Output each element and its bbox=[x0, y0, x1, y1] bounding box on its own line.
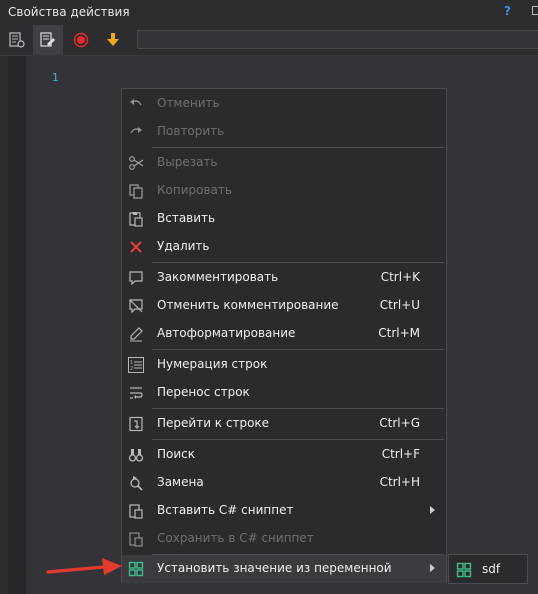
menu-label: Закомментировать bbox=[157, 270, 279, 284]
menu-item-undo[interactable]: Отменить bbox=[122, 90, 446, 118]
menu-item-line-numbers[interactable]: 1 2 Нумерация строк bbox=[122, 351, 446, 379]
download-button[interactable] bbox=[98, 25, 128, 55]
menu-label: Замена bbox=[157, 475, 204, 489]
toolbar bbox=[0, 25, 538, 56]
menu-item-copy[interactable]: Копировать bbox=[122, 177, 446, 205]
variables-submenu: sdf bbox=[448, 554, 528, 584]
submenu-label: sdf bbox=[482, 562, 501, 576]
submenu-item-variable[interactable]: sdf bbox=[449, 555, 527, 583]
line-number: 1 bbox=[52, 71, 59, 84]
menu-item-save-snippet[interactable]: Сохранить в C# сниппет bbox=[122, 525, 446, 553]
menu-label: Перейти к строке bbox=[157, 416, 270, 430]
menu-label: Перенос строк bbox=[157, 385, 250, 399]
menu-item-goto-line[interactable]: Перейти к строке Ctrl+G bbox=[122, 410, 446, 438]
edit-code-icon bbox=[40, 32, 55, 47]
menu-shortcut: Ctrl+F bbox=[381, 447, 420, 461]
menu-label: Нумерация строк bbox=[157, 357, 268, 371]
variable-grid-icon bbox=[456, 562, 472, 578]
undo-icon bbox=[130, 99, 142, 106]
menu-separator bbox=[152, 439, 444, 440]
menu-item-cut[interactable]: Вырезать bbox=[122, 149, 446, 177]
menu-item-find[interactable]: Поиск Ctrl+F bbox=[122, 441, 446, 469]
menu-label: Установить значение из переменной bbox=[157, 561, 392, 575]
menu-label: Поиск bbox=[157, 447, 196, 461]
menu-label: Автоформатирование bbox=[157, 326, 296, 340]
annotation-arrow-icon bbox=[46, 558, 122, 575]
menu-label: Вставить C# сниппет bbox=[157, 503, 294, 517]
goto-line-icon bbox=[129, 416, 143, 432]
line-numbers-icon: 1 2 bbox=[128, 357, 144, 373]
binoculars-icon bbox=[128, 449, 144, 462]
menu-shortcut: Ctrl+K bbox=[380, 270, 420, 284]
comment-icon bbox=[129, 271, 143, 286]
menu-item-comment[interactable]: Закомментировать Ctrl+K bbox=[122, 264, 446, 292]
menu-label: Вырезать bbox=[157, 155, 218, 169]
menu-label: Копировать bbox=[157, 183, 232, 197]
pencil-icon bbox=[130, 327, 143, 342]
uncomment-icon bbox=[129, 299, 143, 314]
menu-label: Вставить bbox=[157, 211, 216, 225]
menu-label: Повторить bbox=[157, 124, 225, 138]
menu-item-delete[interactable]: Удалить bbox=[122, 233, 446, 261]
copy-icon bbox=[129, 184, 143, 199]
variable-grid-icon bbox=[128, 561, 144, 577]
menu-item-insert-snippet[interactable]: Вставить C# сниппет bbox=[122, 497, 446, 525]
replace-icon bbox=[130, 476, 143, 491]
menu-item-uncomment[interactable]: Отменить комментирование Ctrl+U bbox=[122, 292, 446, 320]
help-button[interactable]: ? bbox=[504, 4, 511, 18]
restore-window-icon[interactable] bbox=[532, 6, 538, 15]
menu-separator bbox=[152, 408, 444, 409]
redo-icon bbox=[130, 127, 142, 134]
window-title: Свойства действия bbox=[8, 5, 130, 19]
menu-separator bbox=[152, 262, 444, 263]
menu-item-replace[interactable]: Замена Ctrl+H bbox=[122, 469, 446, 497]
record-icon bbox=[73, 32, 89, 48]
title-bar: Свойства действия ? bbox=[0, 0, 538, 25]
menu-shortcut: Ctrl+G bbox=[379, 416, 420, 430]
menu-shortcut: Ctrl+U bbox=[379, 298, 420, 312]
properties-list-icon bbox=[9, 32, 25, 48]
record-button[interactable] bbox=[66, 25, 96, 55]
editor-gutter bbox=[8, 56, 26, 594]
menu-label: Удалить bbox=[157, 239, 210, 253]
editor-left-strip bbox=[0, 56, 8, 594]
menu-item-redo[interactable]: Повторить bbox=[122, 118, 446, 146]
menu-item-word-wrap[interactable]: Перенос строк bbox=[122, 379, 446, 407]
menu-label: Сохранить в C# сниппет bbox=[157, 531, 314, 545]
svg-text:2: 2 bbox=[130, 366, 133, 372]
edit-code-button[interactable] bbox=[33, 25, 63, 55]
download-arrow-icon bbox=[107, 33, 119, 46]
menu-item-paste[interactable]: Вставить bbox=[122, 205, 446, 233]
menu-shortcut: Ctrl+H bbox=[379, 475, 420, 489]
menu-item-autoformat[interactable]: Автоформатирование Ctrl+M bbox=[122, 320, 446, 348]
word-wrap-icon bbox=[130, 387, 143, 399]
menu-label: Отменить bbox=[157, 96, 220, 110]
context-menu: Отменить Повторить Вырезать Копировать В… bbox=[121, 88, 447, 583]
save-snippet-icon bbox=[129, 532, 143, 547]
paste-icon bbox=[129, 212, 143, 227]
menu-separator bbox=[152, 349, 444, 350]
menu-label: Отменить комментирование bbox=[157, 298, 339, 312]
insert-snippet-icon bbox=[129, 504, 143, 519]
menu-item-set-from-variable[interactable]: Установить значение из переменной bbox=[122, 555, 446, 583]
menu-shortcut: Ctrl+M bbox=[378, 326, 420, 340]
delete-icon bbox=[130, 241, 142, 253]
menu-separator bbox=[152, 147, 444, 148]
properties-button[interactable] bbox=[2, 25, 32, 55]
submenu-arrow-icon bbox=[430, 506, 435, 514]
scissors-icon bbox=[129, 156, 144, 170]
submenu-arrow-icon bbox=[430, 564, 435, 572]
toolbar-field[interactable] bbox=[137, 30, 538, 49]
